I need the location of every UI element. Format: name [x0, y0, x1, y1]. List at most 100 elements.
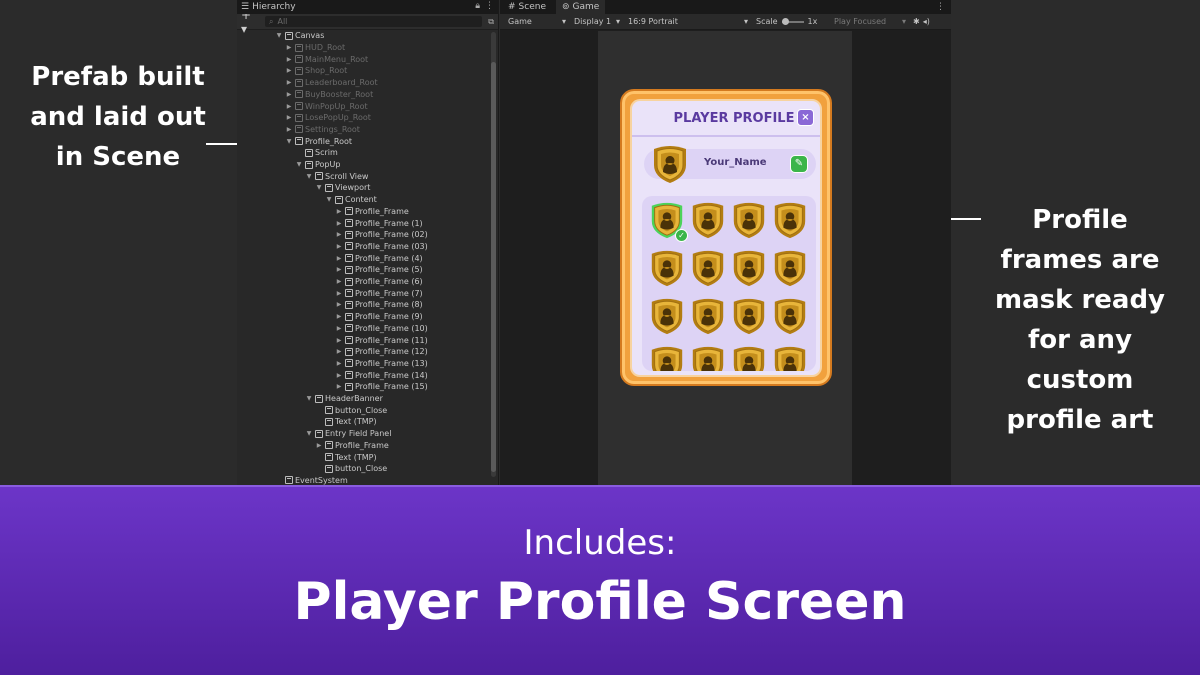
current-profile-frame[interactable] — [650, 143, 690, 185]
expand-right-icon[interactable]: ▶ — [335, 313, 343, 320]
profile-frame[interactable] — [730, 296, 768, 336]
gizmo-icon[interactable]: ✱ — [910, 17, 923, 26]
hierarchy-item[interactable]: ▶ LosePopUp_Root — [285, 112, 371, 124]
hierarchy-item[interactable]: ▶ HUD_Root — [285, 42, 345, 54]
slider-track[interactable] — [781, 17, 804, 25]
hierarchy-item[interactable]: ▶ BuyBooster_Root — [285, 89, 374, 101]
hierarchy-item[interactable]: ▼ Content — [325, 194, 377, 206]
hierarchy-item[interactable]: ▶ Profile_Frame (8) — [335, 299, 423, 311]
hierarchy-item[interactable]: ▶ Shop_Root — [285, 65, 348, 77]
hierarchy-item[interactable]: ▶ Profile_Frame (15) — [335, 381, 428, 393]
hierarchy-item[interactable]: ▶ Profile_Frame (6) — [335, 276, 423, 288]
hierarchy-scrollbar-thumb[interactable] — [491, 62, 496, 472]
expand-right-icon[interactable]: ▶ — [285, 114, 293, 121]
hierarchy-item[interactable]: ▶ Profile_Frame (14) — [335, 369, 428, 381]
expand-right-icon[interactable]: ▶ — [335, 348, 343, 355]
profile-frame[interactable] — [689, 296, 727, 336]
hierarchy-item[interactable]: ▶ Profile_Frame (5) — [335, 264, 423, 276]
hierarchy-item[interactable]: ▼ Scroll View — [305, 170, 369, 182]
expand-right-icon[interactable]: ▶ — [335, 337, 343, 344]
expand-right-icon[interactable]: ▶ — [285, 103, 293, 110]
hierarchy-item[interactable]: ▶ Profile_Frame (9) — [335, 311, 423, 323]
profile-frame[interactable] — [771, 248, 809, 288]
profile-frame[interactable] — [730, 200, 768, 240]
expand-right-icon[interactable]: ▶ — [285, 91, 293, 98]
hierarchy-item[interactable]: ▶ WinPopUp_Root — [285, 100, 368, 112]
expand-down-icon[interactable]: ▼ — [305, 173, 313, 180]
profile-frame[interactable] — [648, 248, 686, 288]
edit-name-button[interactable]: ✎ — [790, 155, 808, 173]
hierarchy-item[interactable]: ▼ Entry Field Panel — [305, 428, 392, 440]
expand-right-icon[interactable]: ▶ — [335, 360, 343, 367]
expand-down-icon[interactable]: ▼ — [275, 32, 283, 39]
game-mode-dropdown[interactable]: Game ▾ — [504, 15, 570, 29]
expand-down-icon[interactable]: ▼ — [295, 161, 303, 168]
expand-down-icon[interactable]: ▼ — [325, 196, 333, 203]
hierarchy-item[interactable]: ▶ Profile_Frame (10) — [335, 323, 428, 335]
kebab-menu-icon[interactable]: ⋮ — [936, 2, 945, 12]
tab-scene[interactable]: # Scene — [508, 2, 546, 12]
hierarchy-item[interactable]: ▼ Canvas — [275, 30, 325, 42]
aspect-dropdown[interactable]: 16:9 Portrait ▾ — [624, 15, 752, 29]
hierarchy-item[interactable]: Scrim — [295, 147, 338, 159]
expand-down-icon[interactable]: ▼ — [305, 395, 313, 402]
hierarchy-item[interactable]: Text (TMP) — [315, 416, 377, 428]
expand-right-icon[interactable]: ▶ — [335, 220, 343, 227]
hierarchy-item[interactable]: button_Close — [315, 463, 387, 475]
profile-frame[interactable] — [648, 344, 686, 371]
hierarchy-item[interactable]: ▼ Viewport — [315, 182, 371, 194]
profile-frame[interactable] — [771, 296, 809, 336]
expand-down-icon[interactable]: ▼ — [305, 430, 313, 437]
hierarchy-item[interactable]: ▶ Leaderboard_Root — [285, 77, 378, 89]
hierarchy-item[interactable]: Text (TMP) — [315, 451, 377, 463]
hierarchy-item[interactable]: ▶ Profile_Frame — [315, 440, 389, 452]
expand-right-icon[interactable]: ▶ — [335, 208, 343, 215]
scene-visibility-icon[interactable]: ⧉ — [488, 17, 494, 27]
hierarchy-item[interactable]: ▶ Profile_Frame (7) — [335, 287, 423, 299]
slider-handle[interactable] — [781, 17, 789, 25]
expand-right-icon[interactable]: ▶ — [335, 231, 343, 238]
expand-right-icon[interactable]: ▶ — [335, 266, 343, 273]
hierarchy-item[interactable]: ▶ Profile_Frame (03) — [335, 241, 428, 253]
expand-right-icon[interactable]: ▶ — [335, 325, 343, 332]
profile-frame[interactable] — [689, 248, 727, 288]
expand-down-icon[interactable]: ▼ — [285, 138, 293, 145]
expand-down-icon[interactable]: ▼ — [315, 184, 323, 191]
hierarchy-item[interactable]: ▶ Profile_Frame — [335, 206, 409, 218]
hierarchy-item[interactable]: ▶ Settings_Root — [285, 124, 360, 136]
profile-frame[interactable] — [771, 200, 809, 240]
hierarchy-item[interactable]: button_Close — [315, 404, 387, 416]
hierarchy-item[interactable]: ▶ Profile_Frame (02) — [335, 229, 428, 241]
hierarchy-item[interactable]: EventSystem — [275, 475, 348, 485]
expand-right-icon[interactable]: ▶ — [335, 290, 343, 297]
hierarchy-item[interactable]: ▼ PopUp — [295, 159, 341, 171]
hierarchy-item[interactable]: ▶ Profile_Frame (1) — [335, 217, 423, 229]
profile-frame[interactable] — [648, 296, 686, 336]
scale-slider[interactable]: Scale 1x — [752, 15, 830, 29]
profile-frame[interactable] — [689, 344, 727, 371]
tab-hierarchy[interactable]: ☰ Hierarchy — [241, 2, 296, 12]
expand-right-icon[interactable]: ▶ — [335, 255, 343, 262]
profile-frame[interactable] — [689, 200, 727, 240]
lock-icon[interactable]: 🔒︎ — [475, 1, 480, 11]
expand-right-icon[interactable]: ▶ — [285, 67, 293, 74]
hierarchy-item[interactable]: ▼ HeaderBanner — [305, 393, 383, 405]
hierarchy-search-input[interactable]: ⌕ All — [265, 16, 483, 27]
hierarchy-item[interactable]: ▶ MainMenu_Root — [285, 53, 369, 65]
expand-right-icon[interactable]: ▶ — [285, 126, 293, 133]
expand-right-icon[interactable]: ▶ — [285, 56, 293, 63]
expand-right-icon[interactable]: ▶ — [335, 372, 343, 379]
hierarchy-item[interactable]: ▶ Profile_Frame (12) — [335, 346, 428, 358]
hierarchy-item[interactable]: ▶ Profile_Frame (4) — [335, 252, 423, 264]
hierarchy-item[interactable]: ▶ Profile_Frame (13) — [335, 358, 428, 370]
player-name-text[interactable]: Your_Name — [704, 157, 767, 168]
expand-right-icon[interactable]: ▶ — [335, 301, 343, 308]
profile-frame[interactable] — [730, 248, 768, 288]
expand-right-icon[interactable]: ▶ — [285, 79, 293, 86]
audio-icon[interactable]: ◂) — [923, 17, 930, 26]
profile-frame[interactable] — [771, 344, 809, 371]
hierarchy-item[interactable]: ▶ Profile_Frame (11) — [335, 334, 428, 346]
close-button[interactable]: × — [797, 109, 814, 126]
profile-frames-scroll-view[interactable]: ✓ — [642, 196, 816, 371]
hierarchy-item[interactable]: ▼ Profile_Root — [285, 135, 352, 147]
